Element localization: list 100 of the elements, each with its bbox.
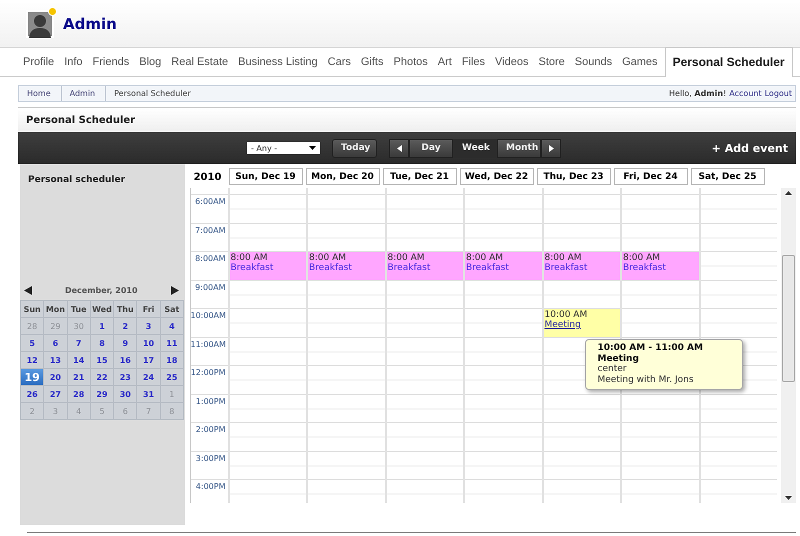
- view-tab[interactable]: Month: [497, 138, 541, 158]
- sidebar-title: Personal scheduler: [27, 174, 126, 187]
- day-header: Fri, Dec 24: [614, 168, 688, 185]
- calendar-day[interactable]: 26: [21, 386, 44, 402]
- calendar-day[interactable]: 31: [137, 386, 160, 402]
- greeting-text: Hello, Admin!: [669, 89, 726, 98]
- event-title[interactable]: Breakfast: [309, 263, 384, 273]
- hour-label: 8:00AM: [195, 254, 226, 263]
- nav-tab[interactable]: Files: [456, 56, 490, 76]
- hour-label: 12:00PM: [190, 368, 226, 377]
- hour-label: 3:00PM: [196, 454, 226, 462]
- calendar-day[interactable]: 22: [90, 369, 114, 385]
- event-time: 8:00 AM: [466, 253, 504, 263]
- caret-icon: [309, 146, 316, 150]
- calendar-day[interactable]: 16: [114, 352, 136, 368]
- avatar-icon: [26, 10, 54, 38]
- hour-label: 4:00PM: [196, 482, 226, 491]
- calendar-day[interactable]: 11: [160, 335, 183, 351]
- nav-tab[interactable]: Photos: [388, 56, 433, 76]
- calendar-day[interactable]: 18: [160, 352, 183, 368]
- calendar-day[interactable]: 6: [44, 335, 67, 351]
- calendar-day[interactable]: 30: [114, 386, 136, 402]
- previous-button[interactable]: [389, 138, 409, 158]
- calendar-day[interactable]: 10: [137, 335, 160, 351]
- nav-tab[interactable]: Friends: [88, 56, 134, 76]
- next-month-icon[interactable]: [170, 286, 178, 294]
- weekday-label: Tue: [68, 301, 90, 317]
- scrollbar[interactable]: [781, 188, 796, 503]
- calendar-day[interactable]: 28: [68, 386, 90, 402]
- nav-tab[interactable]: Personal Scheduler: [664, 47, 793, 77]
- profile-name: Admin: [63, 14, 117, 32]
- previous-month-icon[interactable]: [24, 286, 32, 294]
- nav-tab[interactable]: Art: [432, 56, 457, 76]
- calendar-day[interactable]: 20: [44, 369, 67, 385]
- calendar-day[interactable]: 15: [90, 352, 114, 368]
- calendar-day[interactable]: 1: [90, 318, 114, 334]
- view-tab[interactable]: Day: [409, 138, 453, 158]
- tooltip-title: Meeting: [598, 354, 640, 364]
- nav-tab[interactable]: Real Estate: [166, 56, 234, 76]
- calendar-day[interactable]: 25: [160, 369, 183, 385]
- day-header: Wed, Dec 22: [460, 168, 534, 185]
- event-block[interactable]: 10:00 AM Meeting: [544, 309, 620, 337]
- panel-title: Personal Scheduler: [26, 114, 136, 126]
- calendar-day[interactable]: 5: [21, 335, 44, 351]
- weekday-label: Thu: [114, 301, 136, 317]
- event-block[interactable]: 8:00 AM Breakfast: [308, 252, 384, 280]
- event-title[interactable]: Breakfast: [466, 263, 540, 273]
- event-title[interactable]: Breakfast: [230, 263, 305, 273]
- calendar-day[interactable]: 7: [68, 335, 90, 351]
- add-event-link[interactable]: + Add event: [712, 142, 788, 154]
- event-title[interactable]: Breakfast: [388, 263, 462, 273]
- nav-tab[interactable]: Sounds: [570, 56, 618, 76]
- nav-tab[interactable]: Gifts: [356, 56, 388, 76]
- event-block[interactable]: 8:00 AM Breakfast: [465, 252, 542, 280]
- calendar-day[interactable]: 14: [68, 352, 90, 368]
- event-time: 8:00 AM: [388, 253, 426, 263]
- nav-tab[interactable]: Info: [59, 56, 88, 76]
- nav-tab[interactable]: Profile: [18, 56, 60, 76]
- scrollbar-thumb[interactable]: [782, 255, 795, 382]
- calendar-day[interactable]: 3: [137, 318, 160, 334]
- today-button[interactable]: Today: [332, 138, 377, 158]
- nav-tab[interactable]: Videos: [490, 56, 534, 76]
- weekday-label: Fri: [137, 301, 160, 317]
- scroll-up-icon[interactable]: [785, 191, 792, 195]
- event-block[interactable]: 8:00 AM Breakfast: [622, 252, 698, 280]
- event-title[interactable]: Breakfast: [623, 263, 698, 273]
- breadcrumb-link[interactable]: Home: [19, 86, 62, 101]
- calendar-day[interactable]: 9: [114, 335, 136, 351]
- calendar-day[interactable]: 27: [44, 386, 67, 402]
- calendar-day[interactable]: 17: [137, 352, 160, 368]
- calendar-day[interactable]: 8: [90, 335, 114, 351]
- nav-tab[interactable]: Store: [533, 56, 570, 76]
- event-block[interactable]: 8:00 AM Breakfast: [230, 252, 306, 280]
- calendar-day[interactable]: 12: [21, 352, 44, 368]
- calendar-day[interactable]: 23: [114, 369, 136, 385]
- year-label: 2010: [192, 172, 222, 185]
- nav-tab[interactable]: Blog: [134, 56, 166, 76]
- event-block[interactable]: 8:00 AM Breakfast: [386, 252, 463, 280]
- nav-tab[interactable]: Cars: [322, 56, 356, 76]
- day-header: Sat, Dec 25: [690, 168, 764, 185]
- breadcrumb-link[interactable]: Admin: [62, 86, 106, 101]
- calendar-day[interactable]: 29: [90, 386, 114, 402]
- account-link[interactable]: Logout: [764, 89, 792, 98]
- account-link[interactable]: Account: [729, 89, 762, 98]
- view-tab[interactable]: Week: [453, 138, 497, 158]
- nav-tab[interactable]: Games: [617, 56, 663, 76]
- calendar-day[interactable]: 24: [137, 369, 160, 385]
- event-title[interactable]: Meeting: [544, 320, 619, 330]
- event-title[interactable]: Breakfast: [544, 263, 619, 273]
- next-button[interactable]: [541, 138, 561, 158]
- scroll-down-icon[interactable]: [785, 496, 792, 500]
- hour-label: 2:00PM: [196, 425, 226, 434]
- nav-tab[interactable]: Business Listing: [233, 56, 323, 76]
- calendar-day[interactable]: 4: [160, 318, 183, 334]
- calendar-day[interactable]: 19: [21, 369, 44, 385]
- calendar-day[interactable]: 2: [114, 318, 136, 334]
- calendar-day[interactable]: 13: [44, 352, 67, 368]
- event-block[interactable]: 8:00 AM Breakfast: [544, 252, 620, 280]
- filter-dropdown[interactable]: - Any -: [247, 142, 320, 154]
- calendar-day[interactable]: 21: [68, 369, 90, 385]
